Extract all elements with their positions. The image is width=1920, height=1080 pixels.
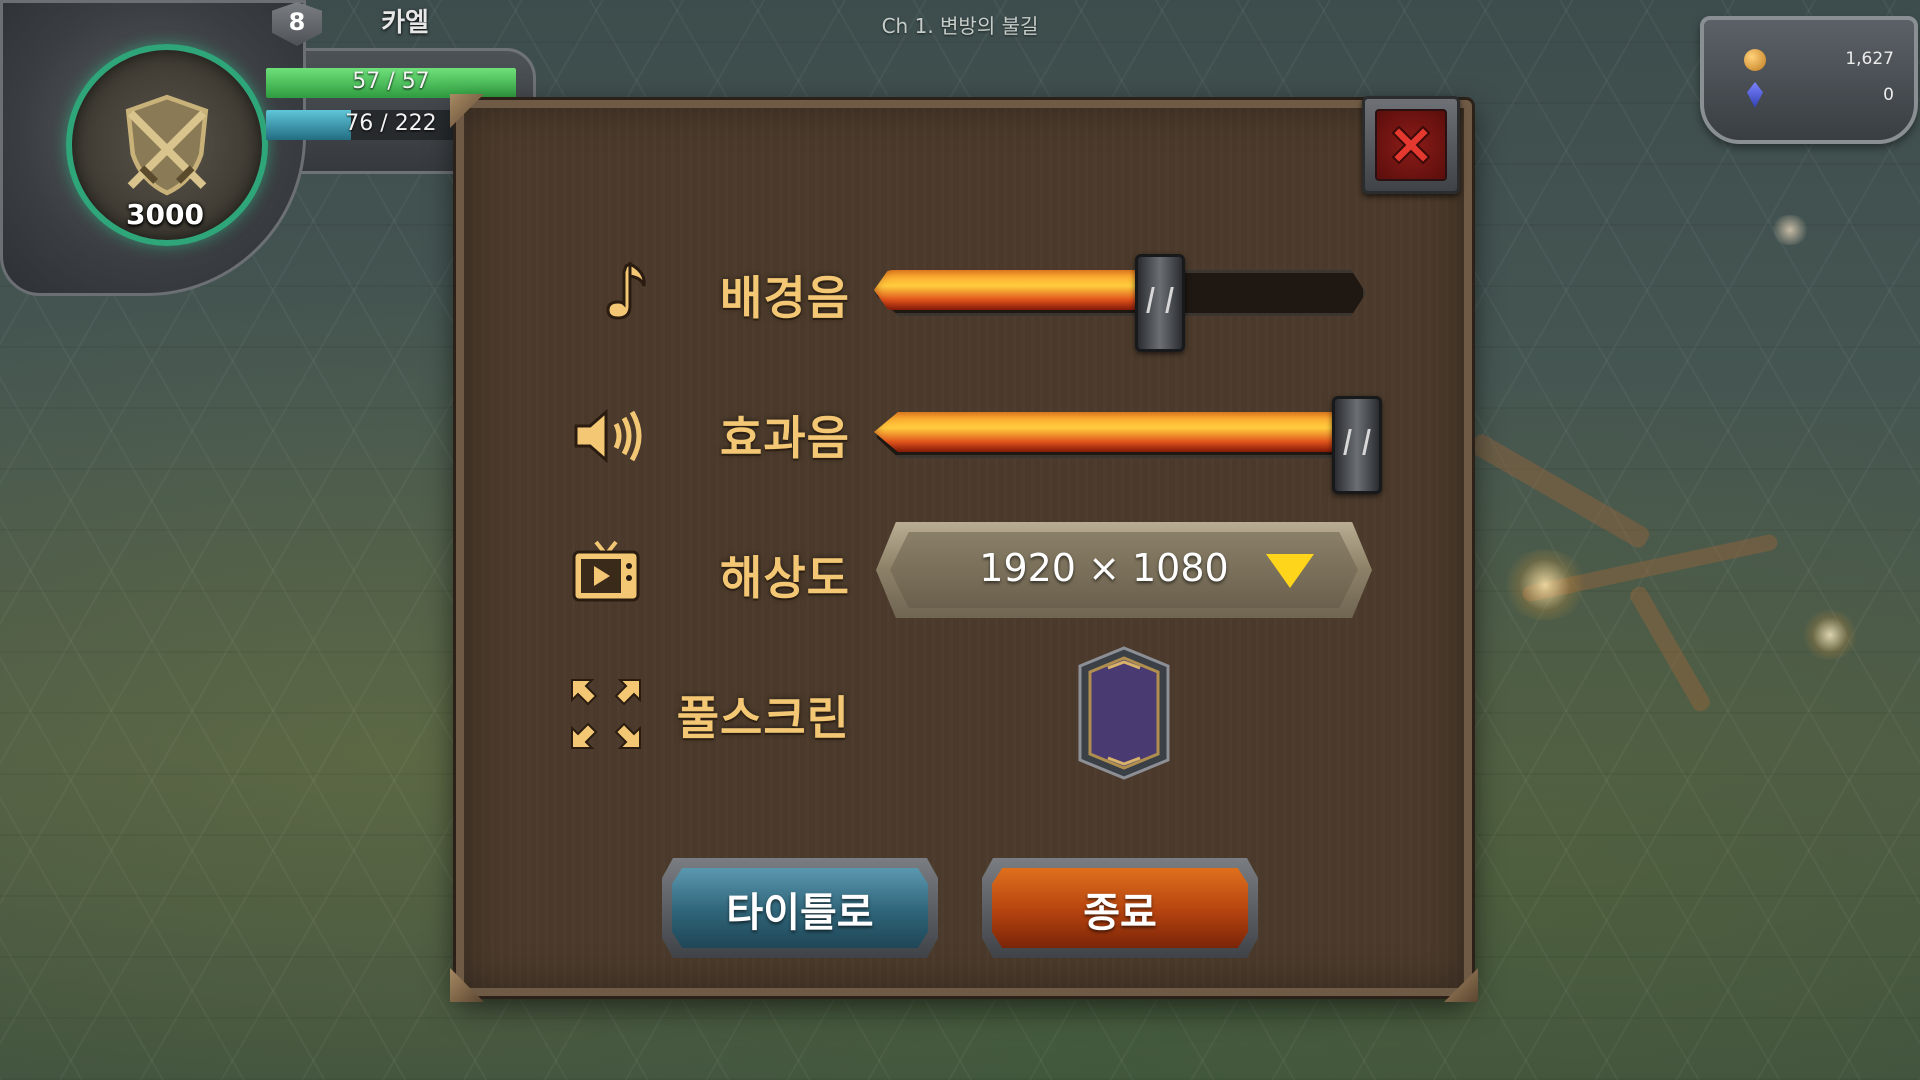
slider-fill (874, 270, 1157, 310)
to-title-button[interactable]: 타이틀로 (662, 858, 938, 958)
dialog-corner (450, 94, 484, 128)
player-name: 카엘 (381, 8, 429, 38)
currency-panel: 1,627 0 (1700, 16, 1918, 144)
speaker-icon (574, 408, 642, 464)
resolution-label: 해상도 (720, 551, 850, 605)
shield-swords-icon (125, 94, 209, 196)
gem-value: 0 (1883, 85, 1894, 105)
fullscreen-checkbox[interactable] (1078, 646, 1170, 780)
close-button-face (1375, 109, 1447, 181)
gold-row: 1,627 (1744, 46, 1894, 76)
bgm-label: 배경음 (720, 271, 850, 325)
fullscreen-icon (571, 679, 641, 749)
close-button[interactable] (1362, 96, 1460, 194)
map-light (1500, 550, 1590, 620)
slider-fill (874, 412, 1354, 452)
tv-icon (572, 540, 640, 602)
fullscreen-label: 풀스크린 (676, 691, 850, 745)
hp-bar: 57 / 57 (266, 68, 516, 98)
dialog-corner (1444, 968, 1478, 1002)
resolution-dropdown[interactable]: 1920 × 1080 (876, 522, 1372, 618)
map-light (1800, 610, 1860, 660)
gem-row: 0 (1744, 82, 1894, 112)
game-screen: Ch 1. 변방의 불길 3000 8 카엘 57 / 57 76 / 222 (0, 0, 1920, 1080)
slider-handle[interactable] (1135, 254, 1185, 352)
quit-label: 종료 (1083, 890, 1157, 936)
chapter-title: Ch 1. 변방의 불길 (881, 14, 1039, 38)
coin-icon (1744, 49, 1766, 71)
dialog-corner (450, 968, 484, 1002)
power-value: 3000 (126, 198, 204, 231)
sfx-volume-slider[interactable] (874, 396, 1382, 494)
map-light (1770, 215, 1810, 245)
close-icon (1391, 125, 1431, 165)
level-value: 8 (288, 8, 306, 36)
gem-icon (1747, 82, 1763, 108)
sfx-label: 효과음 (720, 411, 850, 465)
to-title-label: 타이틀로 (726, 890, 874, 936)
hp-text: 57 / 57 (352, 69, 430, 94)
music-note-icon (606, 261, 646, 320)
gold-value: 1,627 (1845, 49, 1894, 69)
bgm-volume-slider[interactable] (874, 254, 1366, 352)
slider-handle[interactable] (1332, 396, 1382, 494)
caret-down-icon (1266, 554, 1314, 588)
quit-button[interactable]: 종료 (982, 858, 1258, 958)
resolution-value: 1920 × 1080 (979, 546, 1229, 590)
